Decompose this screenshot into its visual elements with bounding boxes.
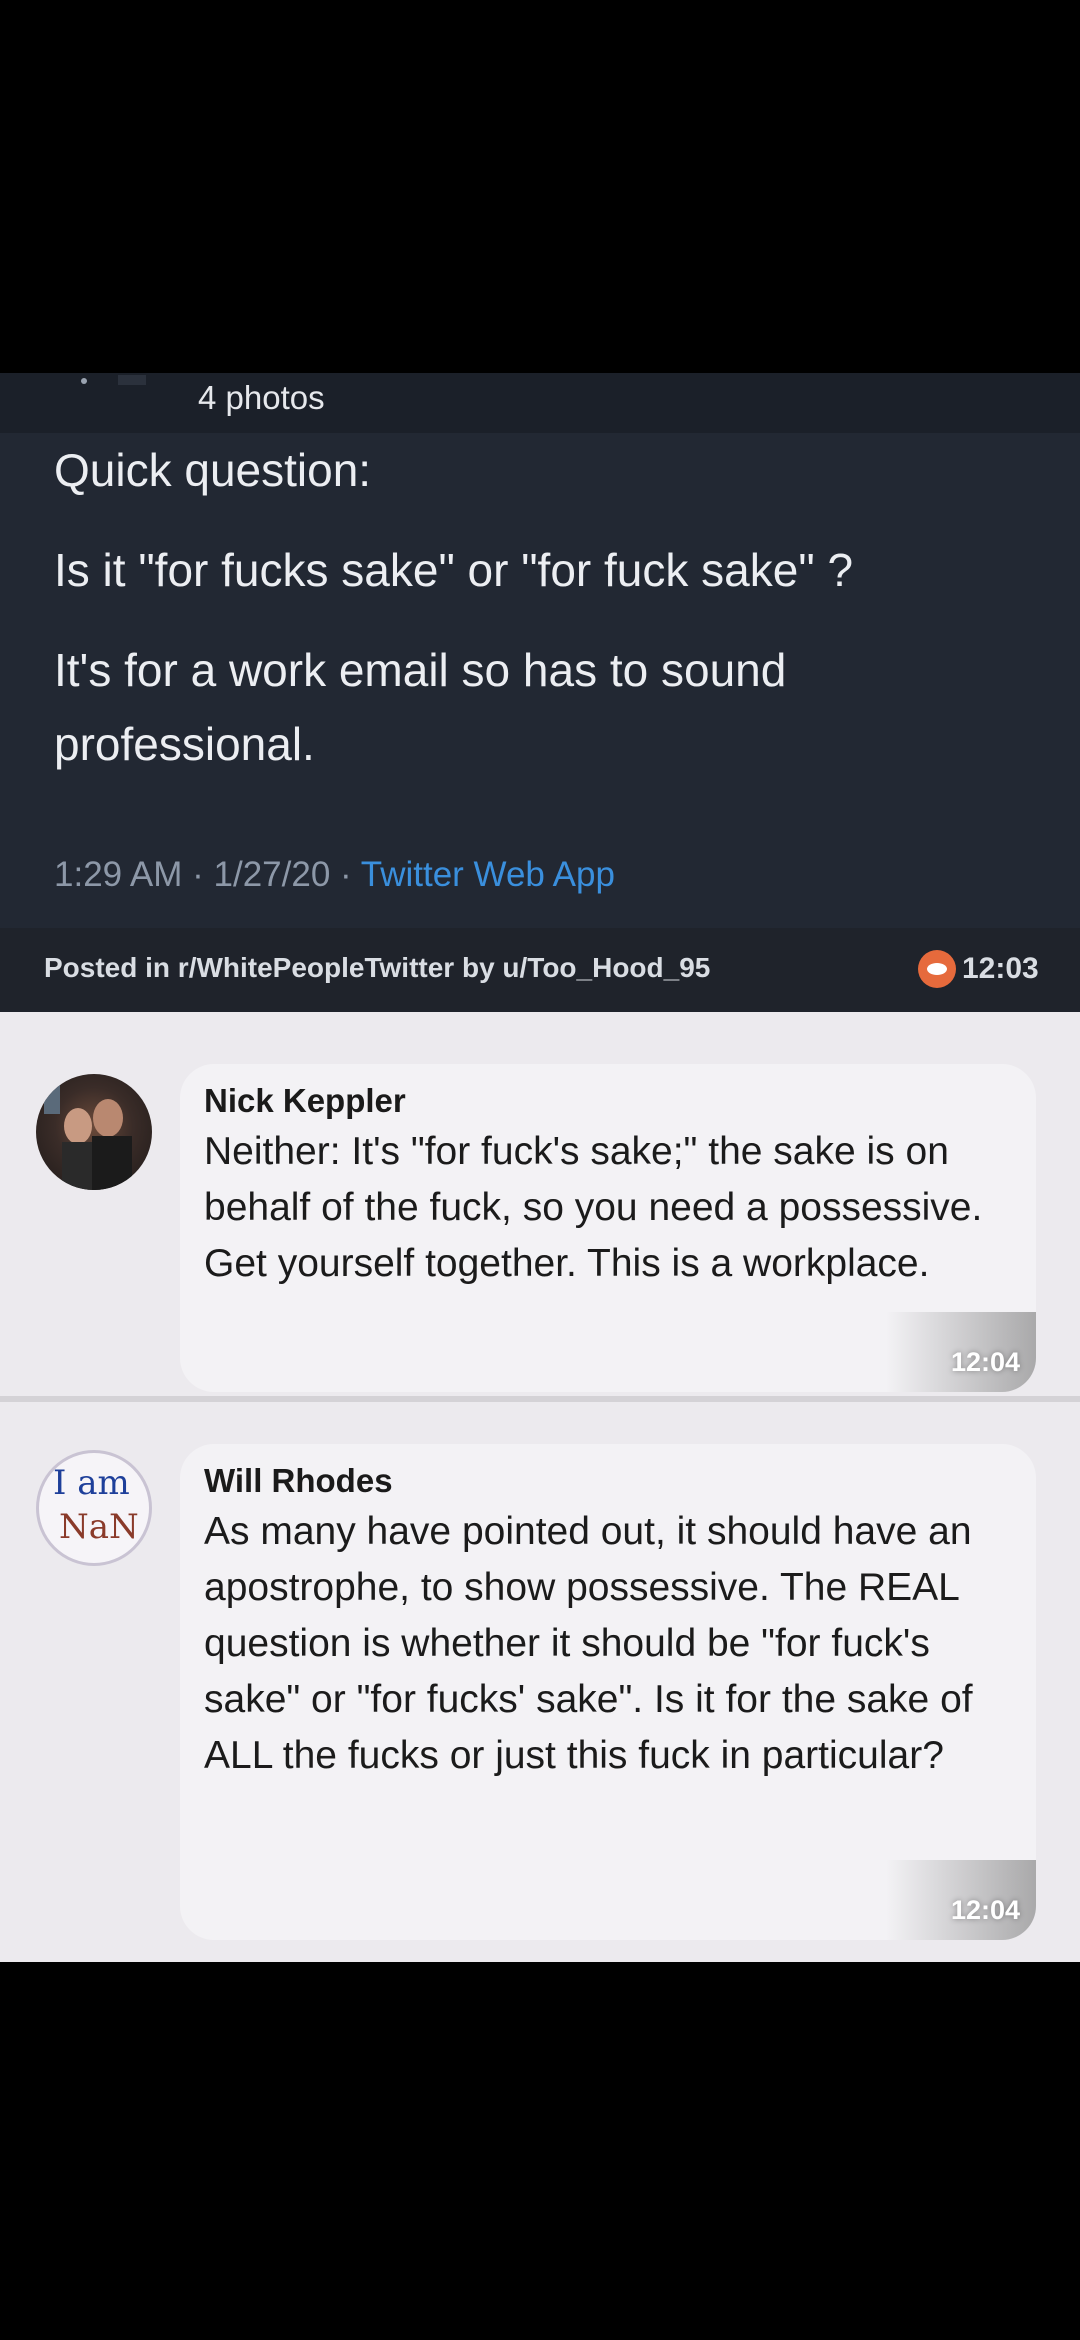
tweet-line: professional. <box>54 718 315 770</box>
comment-panel: Nick Keppler Neither: It's "for fuck's s… <box>0 1012 1080 1402</box>
avatar[interactable] <box>36 1074 152 1190</box>
reddit-post-bar: Posted in r/WhitePeopleTwitter by u/Too_… <box>0 928 1080 1012</box>
tweet-line: Quick question: <box>54 444 372 496</box>
tweet-line: It's for a work email so has to sound <box>54 644 787 696</box>
posted-in-text[interactable]: Posted in r/WhitePeopleTwitter by u/Too_… <box>44 952 710 984</box>
comment-bubble[interactable]: Nick Keppler Neither: It's "for fuck's s… <box>180 1064 1036 1392</box>
more-icon[interactable] <box>78 375 148 395</box>
tweet-header-strip: 4 photos <box>0 373 1080 433</box>
comment-author[interactable]: Nick Keppler <box>204 1082 406 1120</box>
photos-count[interactable]: 4 photos <box>198 379 325 417</box>
tweet-timestamp: 1:29 AM · 1/27/20 · <box>54 855 361 894</box>
comment-panel: I am NaN Will Rhodes As many have pointe… <box>0 1402 1080 1962</box>
avatar-text-bottom: NaN <box>59 1507 139 1547</box>
tweet-text: Quick question: Is it "for fucks sake" o… <box>54 433 1054 781</box>
tweet-meta: 1:29 AM · 1/27/20 · Twitter Web App <box>54 855 615 895</box>
tweet-card: 4 photos Quick question: Is it "for fuck… <box>0 373 1080 928</box>
comment-author[interactable]: Will Rhodes <box>204 1462 393 1500</box>
reddit-icon <box>918 950 956 988</box>
avatar[interactable]: I am NaN <box>36 1450 152 1566</box>
comment-time: 12:04 <box>950 1347 1020 1377</box>
comment-time: 12:04 <box>950 1895 1020 1925</box>
screenshot-page: 4 photos Quick question: Is it "for fuck… <box>0 0 1080 2340</box>
reddit-time: 12:03 <box>962 952 1039 985</box>
comment-text: As many have pointed out, it should have… <box>204 1510 973 1777</box>
avatar-text-top: I am <box>53 1463 130 1503</box>
avatar-photo-icon <box>44 1084 132 1190</box>
comment-text: Neither: It's "for fuck's sake;" the sak… <box>204 1130 983 1285</box>
comment-bubble[interactable]: Will Rhodes As many have pointed out, it… <box>180 1444 1036 1940</box>
tweet-source-link[interactable]: Twitter Web App <box>361 855 615 894</box>
tweet-line: Is it "for fucks sake" or "for fuck sake… <box>54 544 854 596</box>
